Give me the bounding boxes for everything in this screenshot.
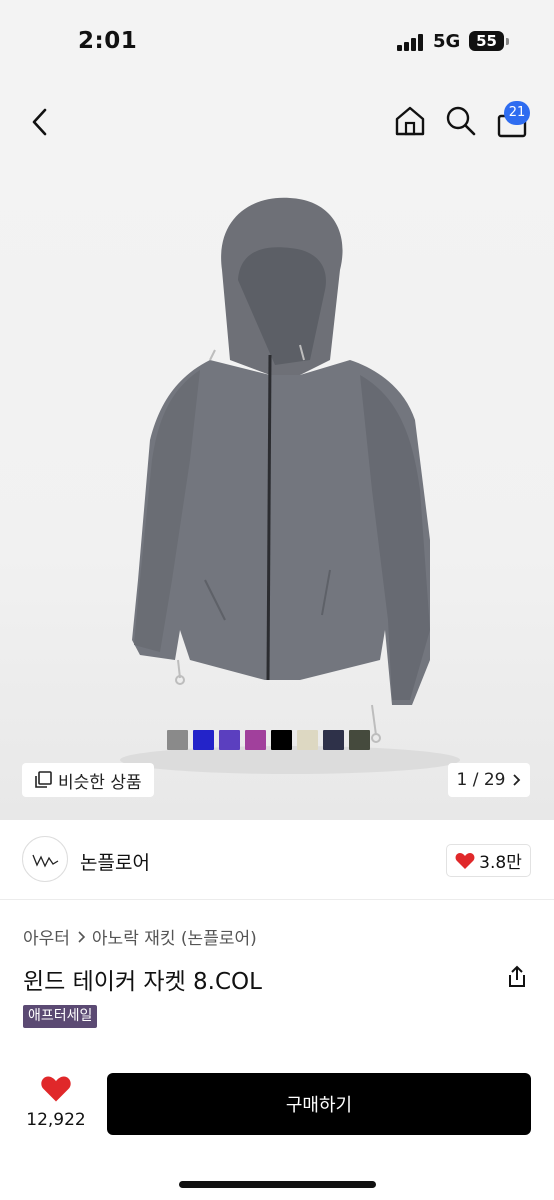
nav-bar <box>0 84 554 160</box>
home-icon[interactable] <box>393 104 427 138</box>
shop-name[interactable]: 논플로어 <box>80 848 150 875</box>
home-indicator <box>179 1181 376 1188</box>
color-swatch[interactable] <box>349 730 370 750</box>
shop-like-button[interactable]: 3.8만 <box>446 844 531 877</box>
similar-products-label: 비슷한 상품 <box>58 772 142 793</box>
battery-tip <box>506 38 509 45</box>
page-count: 1 / 29 <box>456 770 506 790</box>
share-icon[interactable] <box>504 964 530 990</box>
color-swatch[interactable] <box>193 730 214 750</box>
search-icon[interactable] <box>444 104 478 138</box>
color-swatch[interactable] <box>323 730 344 750</box>
copy-icon <box>35 771 52 788</box>
similar-products-button[interactable]: 비슷한 상품 <box>22 763 154 797</box>
breadcrumb: 아우터 아노락 재킷 (논플로어) <box>23 924 257 949</box>
shop-like-count: 3.8만 <box>479 853 522 873</box>
wish-count: 12,922 <box>26 1110 86 1130</box>
color-swatch[interactable] <box>245 730 266 750</box>
cellular-signal-icon <box>397 33 425 51</box>
battery-icon: 55 <box>469 31 504 51</box>
heart-icon <box>455 852 475 869</box>
breadcrumb-item[interactable]: 아우터 <box>23 924 70 949</box>
breadcrumb-item[interactable]: 아노락 재킷 (논플로어) <box>92 924 257 949</box>
color-swatch[interactable] <box>271 730 292 750</box>
buy-button[interactable]: 구매하기 <box>107 1073 531 1135</box>
status-time: 2:01 <box>78 28 138 54</box>
image-page-indicator[interactable]: 1 / 29 <box>448 763 530 797</box>
sale-badge: 애프터세일 <box>23 1005 98 1028</box>
shop-row[interactable]: 논플로어 3.8만 <box>0 820 554 900</box>
heart-icon[interactable] <box>40 1075 72 1103</box>
chevron-right-icon <box>78 930 86 943</box>
product-title: 윈드 테이커 자켓 8.COL <box>23 969 262 995</box>
color-swatch[interactable] <box>219 730 240 750</box>
product-image <box>120 197 460 774</box>
status-bar: 2:01 5G 55 <box>0 0 554 84</box>
product-image-gallery[interactable] <box>0 160 554 820</box>
color-swatch[interactable] <box>297 730 318 750</box>
chevron-right-icon <box>513 774 521 786</box>
chevron-left-icon[interactable] <box>28 106 52 138</box>
cart-count-badge: 21 <box>504 101 530 125</box>
color-swatch[interactable] <box>167 730 188 750</box>
color-swatches <box>167 730 370 750</box>
shop-logo[interactable] <box>22 836 68 882</box>
network-type: 5G <box>433 31 461 52</box>
